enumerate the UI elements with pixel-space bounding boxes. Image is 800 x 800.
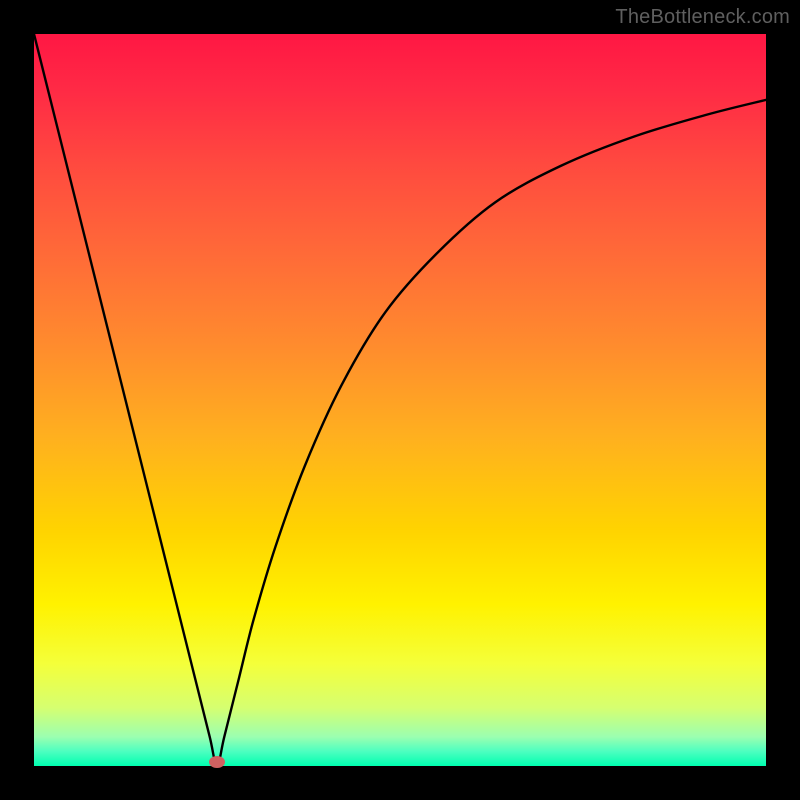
attribution-text: TheBottleneck.com (615, 6, 790, 29)
plot-area (34, 34, 766, 766)
bottleneck-curve (34, 34, 766, 766)
min-point-marker (209, 756, 225, 768)
